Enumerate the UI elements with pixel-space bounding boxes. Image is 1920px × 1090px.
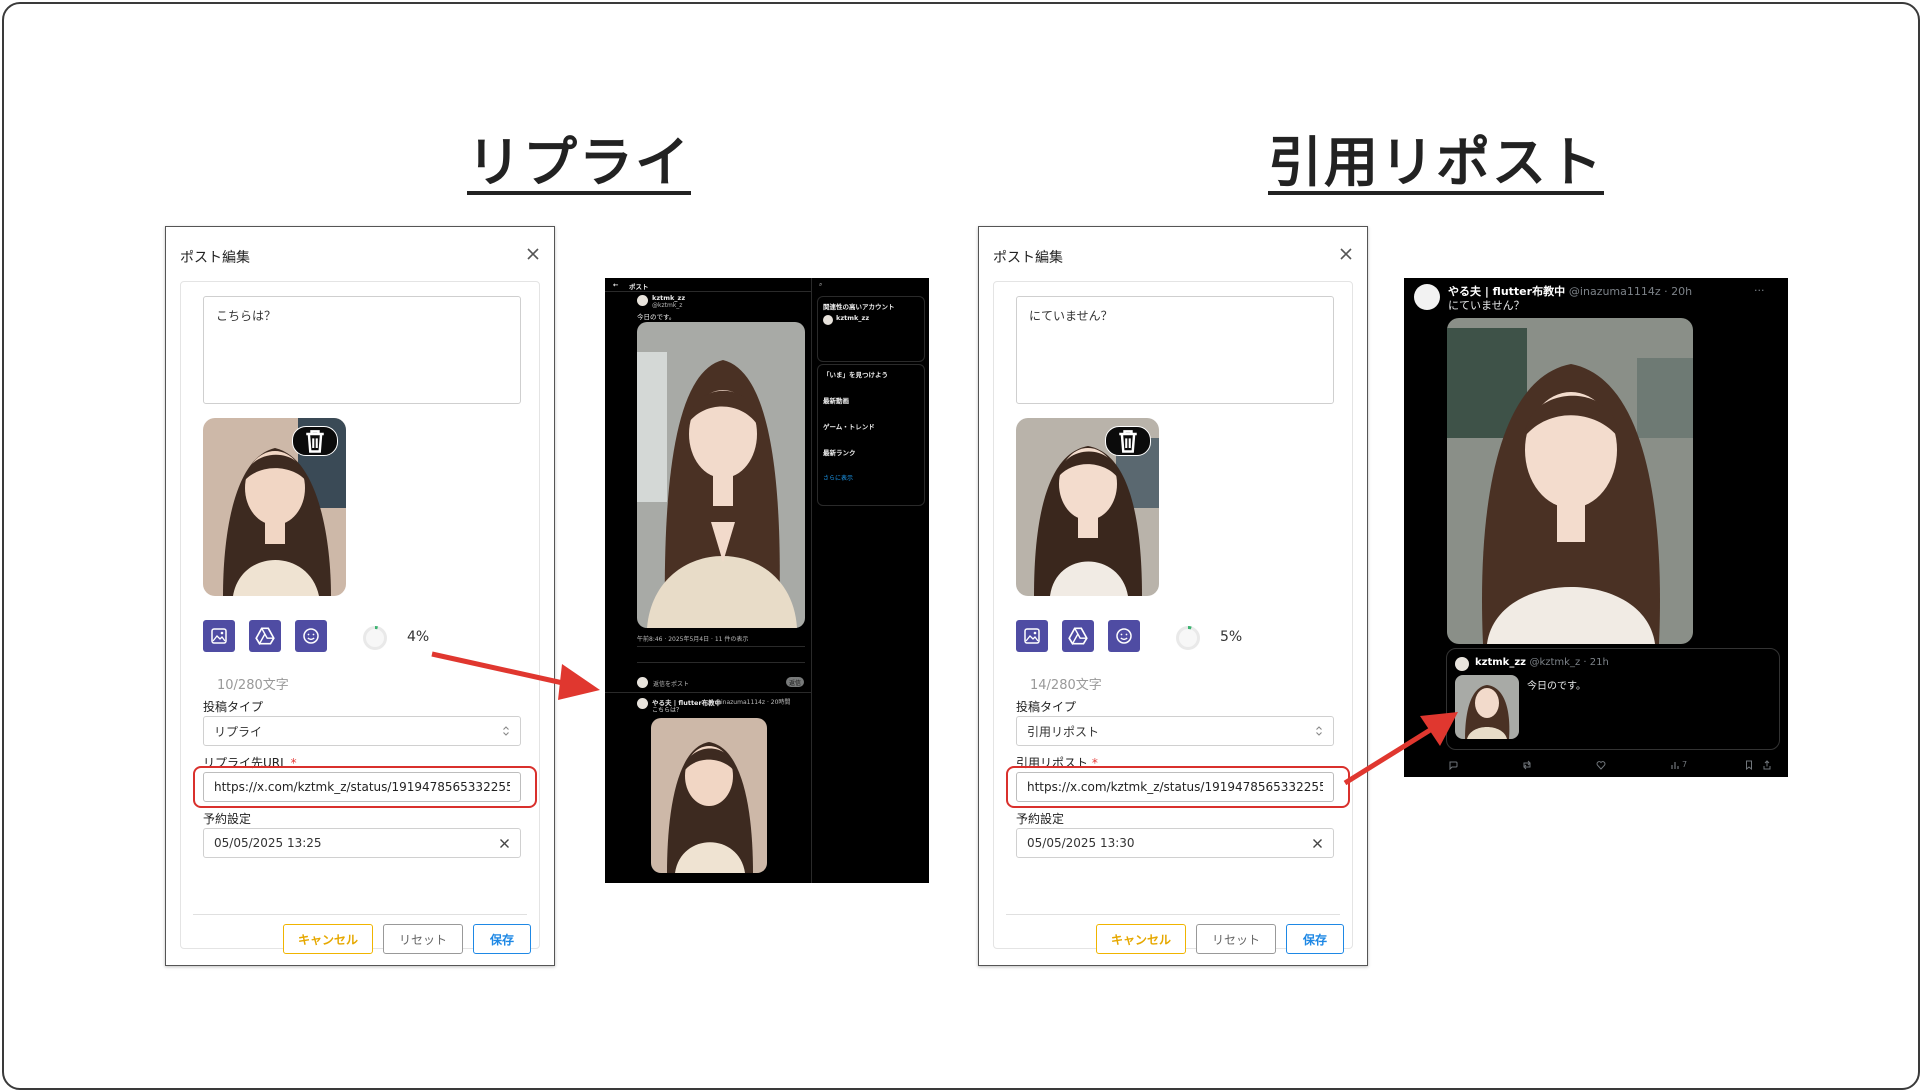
arrows-overlay [431,651,1458,786]
arrow-icon [431,651,600,700]
arrow-icon [1343,712,1458,786]
